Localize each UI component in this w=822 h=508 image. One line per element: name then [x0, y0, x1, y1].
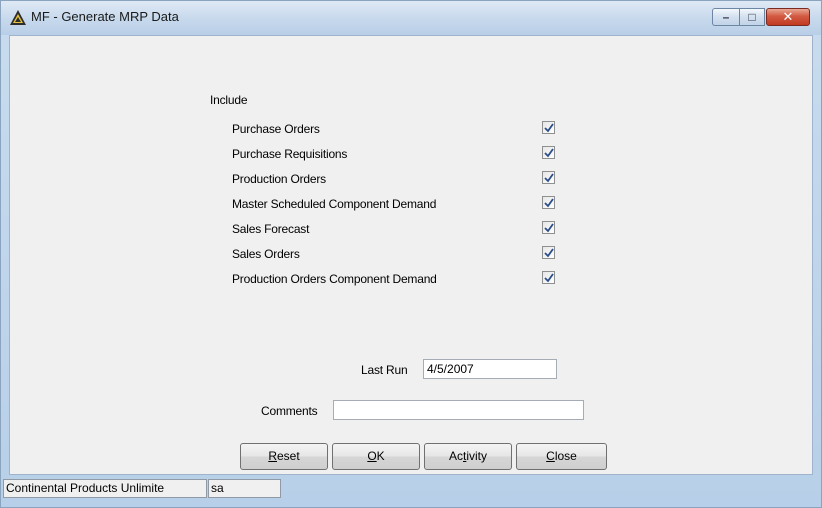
- status-user: sa: [208, 479, 281, 498]
- app-logo-icon: [10, 10, 26, 25]
- title-bar[interactable]: MF - Generate MRP Data – □ ✕: [1, 1, 821, 35]
- minimize-icon: –: [722, 10, 730, 24]
- window-title: MF - Generate MRP Data: [31, 9, 179, 24]
- option-checkbox[interactable]: [542, 246, 555, 259]
- option-checkbox[interactable]: [542, 221, 555, 234]
- close-window-button[interactable]: ✕: [766, 8, 810, 26]
- activity-button[interactable]: Activity: [424, 443, 512, 470]
- checkmark-icon: [544, 248, 554, 258]
- option-label: Purchase Requisitions: [232, 147, 348, 161]
- option-checkbox[interactable]: [542, 171, 555, 184]
- comments-input[interactable]: [333, 400, 584, 420]
- app-window: MF - Generate MRP Data – □ ✕ Include Pur…: [0, 0, 822, 508]
- last-run-label: Last Run: [361, 363, 408, 377]
- option-checkbox[interactable]: [542, 146, 555, 159]
- checkmark-icon: [544, 148, 554, 158]
- close-icon: ✕: [782, 9, 794, 24]
- option-label: Sales Orders: [232, 247, 300, 261]
- include-heading: Include: [210, 93, 248, 107]
- checkmark-icon: [544, 123, 554, 133]
- option-label: Master Scheduled Component Demand: [232, 197, 437, 211]
- last-run-input[interactable]: 4/5/2007: [423, 359, 557, 379]
- option-checkbox[interactable]: [542, 196, 555, 209]
- minimize-button[interactable]: –: [712, 8, 739, 26]
- option-label: Production Orders: [232, 172, 326, 186]
- option-checkbox[interactable]: [542, 121, 555, 134]
- comments-label: Comments: [261, 404, 318, 418]
- checkmark-icon: [544, 173, 554, 183]
- checkmark-icon: [544, 273, 554, 283]
- form-panel: Include Purchase Orders Purchase Requisi…: [9, 35, 813, 475]
- close-button[interactable]: Close: [516, 443, 607, 470]
- checkmark-icon: [544, 198, 554, 208]
- option-checkbox[interactable]: [542, 271, 555, 284]
- status-bar: Continental Products Unlimite sa: [1, 475, 821, 507]
- ok-button[interactable]: OK: [332, 443, 420, 470]
- maximize-button[interactable]: □: [739, 8, 765, 26]
- reset-button[interactable]: Reset: [240, 443, 328, 470]
- option-label: Production Orders Component Demand: [232, 272, 437, 286]
- option-label: Purchase Orders: [232, 122, 320, 136]
- checkmark-icon: [544, 223, 554, 233]
- status-company: Continental Products Unlimite: [3, 479, 207, 498]
- option-label: Sales Forecast: [232, 222, 310, 236]
- maximize-icon: □: [748, 10, 756, 24]
